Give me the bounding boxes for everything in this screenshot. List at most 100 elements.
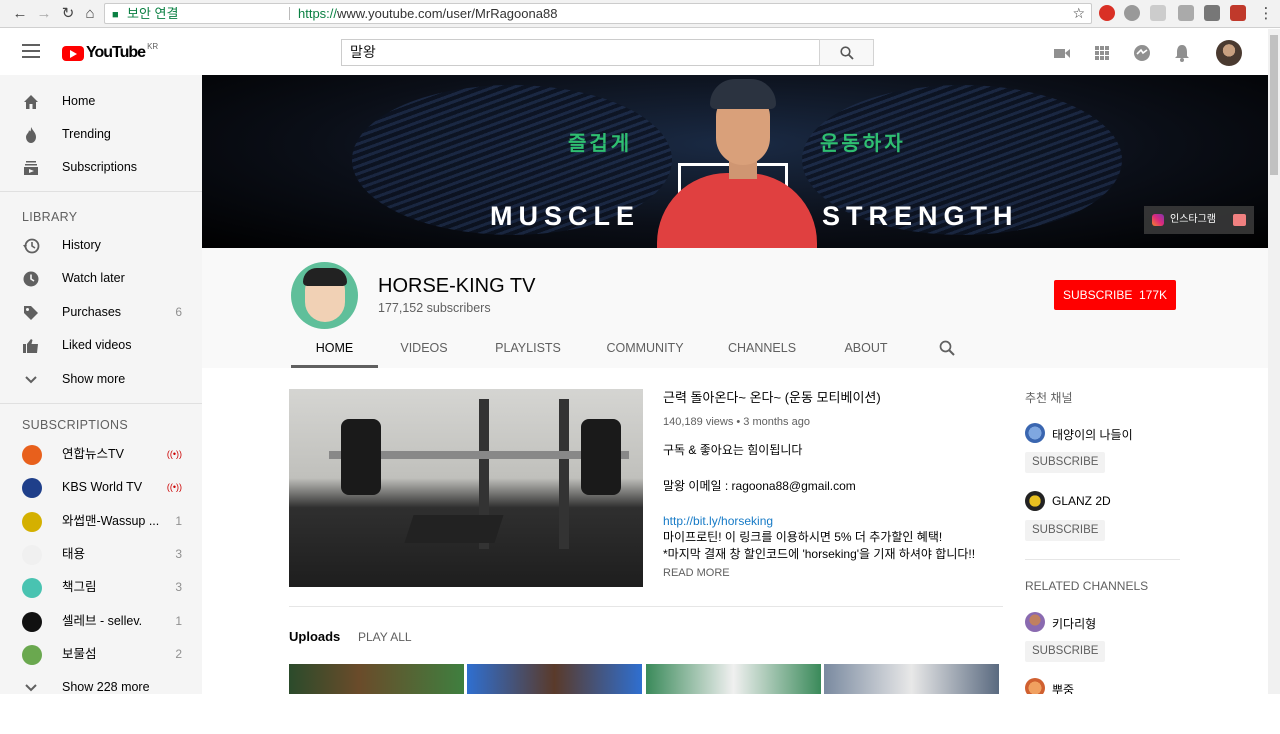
channel-search-icon[interactable]	[939, 340, 955, 356]
featured-desc-link[interactable]: http://bit.ly/horseking	[663, 513, 773, 530]
subscription-avatar	[22, 645, 42, 665]
tab-channels[interactable]: CHANNELS	[723, 336, 801, 368]
instagram-label: 인스타그램	[1170, 214, 1216, 225]
search-input[interactable]: 말왕	[341, 39, 820, 66]
upload-thumbnail[interactable]	[467, 664, 642, 694]
extension-adblock-icon[interactable]	[1099, 5, 1115, 21]
youtube-header: YouTube KR 말왕	[0, 29, 1268, 75]
create-video-icon[interactable]	[1052, 43, 1072, 63]
sidebar-item-label: Show 228 more	[62, 680, 150, 694]
channel-avatar-small[interactable]	[1025, 491, 1045, 511]
banner-text-right-green: 운동하자	[820, 133, 906, 155]
sidebar-item-watch-later[interactable]: Watch later	[0, 262, 202, 295]
sidebar-item-label: 연합뉴스TV	[62, 447, 124, 461]
scrollbar-thumb[interactable]	[1270, 35, 1278, 175]
sidebar-item-liked-videos[interactable]: Liked videos	[0, 329, 202, 362]
tab-about[interactable]: ABOUT	[836, 336, 896, 368]
channel-name-small[interactable]: GLANZ 2D	[1052, 494, 1111, 508]
channel-avatar-small[interactable]	[1025, 612, 1045, 632]
read-more-link[interactable]: READ MORE	[663, 567, 730, 579]
extension-globe-icon[interactable]	[1124, 5, 1140, 21]
sidebar-subscription-item[interactable]: KBS World TV ((•))	[0, 471, 202, 504]
subscribe-small-button[interactable]: SUBSCRIBE	[1025, 520, 1106, 541]
recommended-heading: 추천 채널	[1025, 391, 1073, 405]
channel-name-small[interactable]: 키다리형	[1052, 615, 1096, 632]
extension-media-icon[interactable]	[1230, 5, 1246, 21]
vlive-icon[interactable]	[1233, 214, 1246, 226]
sidebar-item-subscriptions[interactable]: Subscriptions	[0, 151, 202, 184]
back-icon[interactable]: ←	[10, 4, 30, 24]
sidebar-subscription-item[interactable]: 보물섬 2	[0, 638, 202, 671]
subscription-avatar	[22, 612, 42, 632]
new-videos-count: 3	[175, 580, 182, 594]
apps-grid-icon[interactable]	[1092, 43, 1112, 63]
right-column: 추천 채널 태양이의 나들이 SUBSCRIBE GLANZ 2D SUBSCR…	[1025, 368, 1195, 698]
lock-icon: ■	[112, 9, 119, 21]
tab-playlists[interactable]: PLAYLISTS	[489, 336, 567, 368]
instagram-link[interactable]: 인스타그램	[1144, 206, 1254, 234]
upload-thumbnail[interactable]	[289, 664, 464, 694]
youtube-play-icon	[62, 45, 84, 61]
related-heading: RELATED CHANNELS	[1025, 579, 1149, 593]
featured-video-thumbnail[interactable]	[289, 389, 643, 587]
page-scrollbar[interactable]	[1268, 29, 1280, 694]
sidebar-item-trending[interactable]: Trending	[0, 118, 202, 151]
new-videos-count: 2	[175, 647, 182, 661]
featured-desc-line: *마지막 결재 창 할인코드에 'horseking'을 기재 하셔야 합니다!…	[663, 547, 976, 561]
subscribe-small-button[interactable]: SUBSCRIBE	[1025, 641, 1106, 662]
logo-text: YouTube	[86, 44, 146, 61]
featured-video-title[interactable]: 근력 돌아온다~ 온다~ (운동 모티베이션)	[663, 387, 881, 406]
tab-home[interactable]: HOME	[291, 336, 378, 368]
tab-community[interactable]: COMMUNITY	[601, 336, 689, 368]
browser-menu-icon[interactable]: ⋮	[1256, 4, 1276, 24]
sidebar-item-purchases[interactable]: Purchases 6	[0, 296, 202, 329]
sidebar-item-label: 책그림	[62, 580, 97, 594]
messages-icon[interactable]	[1132, 43, 1152, 63]
reload-icon[interactable]: ↻	[58, 4, 78, 24]
play-all-button[interactable]: PLAY ALL	[358, 630, 412, 644]
extension-window-icon[interactable]	[1150, 5, 1166, 21]
hamburger-menu-icon[interactable]	[22, 44, 40, 58]
section-divider	[289, 606, 1003, 607]
subscribe-small-button[interactable]: SUBSCRIBE	[1025, 452, 1106, 473]
sidebar-item-label: Show more	[62, 372, 126, 386]
thumb-plate	[581, 419, 621, 495]
tab-videos[interactable]: VIDEOS	[391, 336, 457, 368]
sidebar-item-history[interactable]: History	[0, 229, 202, 262]
sidebar-subscription-item[interactable]: 와썹맨-Wassup ... 1	[0, 505, 202, 538]
sidebar-item-home[interactable]: Home	[0, 85, 202, 118]
window-bottom-edge	[0, 694, 1280, 720]
upload-thumbnail[interactable]	[824, 664, 999, 694]
account-avatar[interactable]	[1216, 40, 1242, 66]
extension-pen-icon[interactable]	[1204, 5, 1220, 21]
youtube-logo[interactable]: YouTube KR	[62, 42, 158, 63]
thumb-bench	[404, 515, 504, 543]
search-button[interactable]	[819, 39, 874, 66]
channel-avatar-small[interactable]	[1025, 423, 1045, 443]
extension-info-icon[interactable]	[1178, 5, 1194, 21]
forward-icon[interactable]: →	[34, 4, 54, 24]
channel-name-small[interactable]: 태양이의 나들이	[1052, 426, 1133, 443]
sidebar-subscription-item[interactable]: 책그림 3	[0, 571, 202, 604]
uploads-heading[interactable]: Uploads	[289, 629, 340, 644]
sidebar-subscription-item[interactable]: 태용 3	[0, 538, 202, 571]
sidebar-item-label: Liked videos	[62, 338, 132, 352]
sidebar-item-show-more-subs[interactable]: Show 228 more	[0, 671, 202, 694]
upload-thumbnail[interactable]	[646, 664, 821, 694]
browser-toolbar: ← → ↻ ⌂ ■ 보안 연결 https://www.youtube.com/…	[0, 0, 1280, 28]
sidebar-subscription-item[interactable]: 셀레브 - sellev. 1	[0, 605, 202, 638]
sidebar-item-label: Subscriptions	[62, 160, 138, 174]
notifications-bell-icon[interactable]	[1172, 43, 1192, 63]
thumb-rack	[559, 399, 569, 549]
subscribe-button[interactable]: SUBSCRIBE 177K	[1054, 280, 1176, 310]
home-browser-icon[interactable]: ⌂	[80, 4, 100, 24]
bookmark-star-icon[interactable]: ☆	[1072, 4, 1085, 23]
omnibox-separator	[289, 7, 290, 20]
subscribe-label: SUBSCRIBE	[1062, 288, 1133, 302]
channel-home-content: 근력 돌아온다~ 온다~ (운동 모티베이션) 140,189 views • …	[202, 368, 1268, 698]
address-bar[interactable]: ■ 보안 연결 https://www.youtube.com/user/MrR…	[104, 3, 1092, 24]
channel-avatar[interactable]	[291, 262, 358, 329]
subscriptions-icon	[24, 161, 38, 175]
sidebar-subscription-item[interactable]: 연합뉴스TV ((•))	[0, 438, 202, 471]
sidebar-item-show-more[interactable]: Show more	[0, 363, 202, 396]
